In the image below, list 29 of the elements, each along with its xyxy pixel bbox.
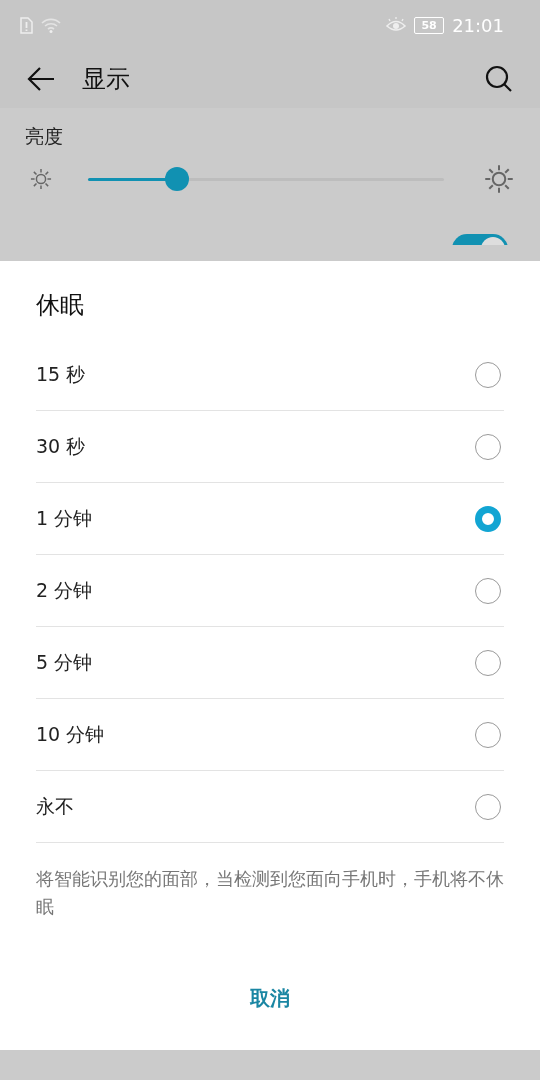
- clock: 21:01: [452, 14, 504, 36]
- dim-sun-icon: [30, 168, 52, 190]
- option-item[interactable]: 10 分钟: [36, 699, 504, 771]
- option-label: 5 分钟: [36, 649, 93, 675]
- wifi-icon: [41, 17, 61, 33]
- battery-level: 58: [414, 16, 445, 34]
- eye-icon: [386, 17, 407, 33]
- radio-button[interactable]: [475, 505, 501, 532]
- option-item[interactable]: 5 分钟: [36, 627, 504, 699]
- dialog-title: 休眠: [36, 290, 85, 321]
- option-label: 30 秒: [36, 433, 86, 459]
- page-title: 显示: [82, 64, 131, 95]
- bright-sun-icon: [484, 164, 514, 194]
- option-label: 15 秒: [36, 361, 86, 387]
- option-item[interactable]: 15 秒: [36, 339, 504, 411]
- option-item[interactable]: 永不: [36, 771, 504, 843]
- brightness-slider[interactable]: [88, 167, 444, 191]
- option-item[interactable]: 30 秒: [36, 411, 504, 483]
- sim-alert-icon: [20, 16, 33, 34]
- option-label: 永不: [36, 793, 74, 819]
- option-label: 10 分钟: [36, 721, 105, 747]
- option-label: 2 分钟: [36, 577, 93, 603]
- brightness-label: 亮度: [25, 124, 64, 149]
- option-item[interactable]: 1 分钟: [36, 483, 504, 555]
- note-text: 将智能识别您的面部，当检测到您面向手机时，手机将不休眠: [36, 867, 504, 919]
- option-item[interactable]: 2 分钟: [36, 555, 504, 627]
- option-label: 1 分钟: [36, 505, 93, 531]
- cancel-button[interactable]: 取消: [240, 981, 300, 1016]
- search-button[interactable]: [484, 64, 514, 94]
